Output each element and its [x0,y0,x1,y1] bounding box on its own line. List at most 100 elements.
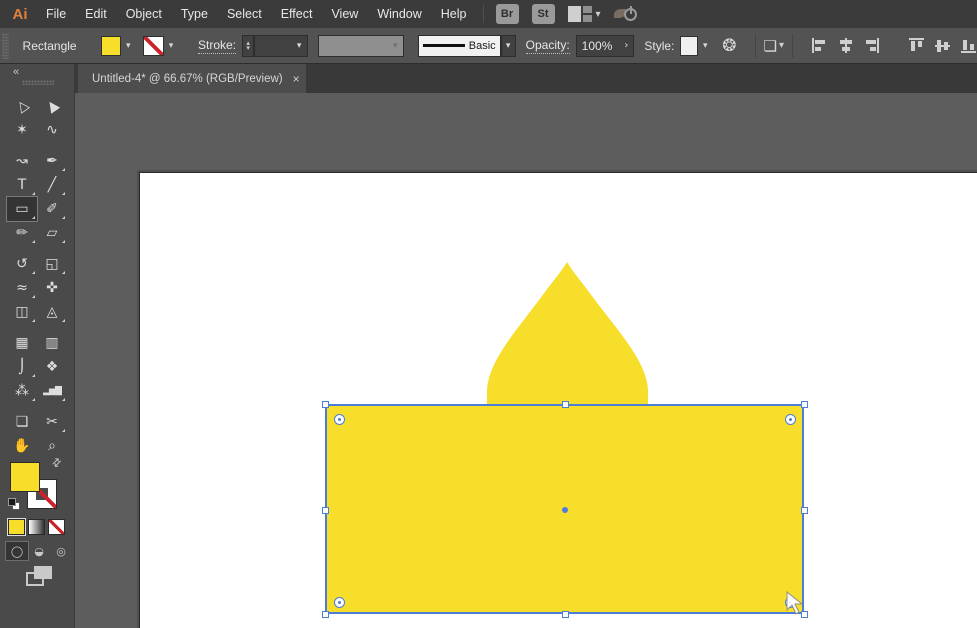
selection-handle[interactable] [562,611,569,618]
share-power-icon[interactable] [613,6,639,22]
bridge-button[interactable]: Br [495,4,519,24]
live-corner-widget[interactable] [334,414,345,425]
variable-width-profile-dropdown[interactable]: ▾ [317,34,404,57]
gradient-button[interactable] [28,519,45,535]
shaper-tool-icon[interactable]: ✏ [7,221,37,245]
live-corner-widget[interactable] [785,414,796,425]
control-bar: Rectangle ▾ ▾ Stroke: ▴ ▾ ▾ ▾ Basic ▾ Opa… [0,28,977,64]
control-bar-grip[interactable] [2,32,9,59]
draw-normal-mode-button[interactable]: ◯ [5,541,29,561]
stroke-weight-dropdown[interactable]: ▾ [254,34,308,57]
rotate-tool-icon[interactable]: ↺ [7,252,37,276]
horizontal-align-center-icon[interactable] [837,37,854,54]
perspective-grid-tool-icon[interactable]: ◬ [37,300,67,324]
mesh-tool-icon[interactable]: ▦ [7,331,37,355]
scale-tool-icon[interactable]: ◱ [37,252,67,276]
slice-tool-icon[interactable]: ✂ [37,410,67,434]
column-graph-tool-icon[interactable]: ▂▅▇ [37,379,67,403]
menu-item-object[interactable]: Object [126,7,162,21]
selection-handle[interactable] [322,611,329,618]
control-bar-separator [754,33,756,58]
workspace-switcher-icon[interactable] [567,6,592,22]
opacity-input[interactable]: 100% › [575,34,635,57]
stroke-color-swatch[interactable] [143,35,164,56]
direct-selection-tool-icon[interactable]: ▲ [37,94,67,118]
opacity-arrow-icon[interactable]: › [624,40,628,51]
fill-color-swatch[interactable] [100,35,122,56]
curvature-tool-icon[interactable]: ↝ [7,149,37,173]
stroke-label[interactable]: Stroke: [198,38,237,54]
selection-handle[interactable] [322,507,329,514]
vertical-align-bottom-icon[interactable] [960,37,977,54]
stroke-weight-stepper[interactable]: ▴ ▾ [242,34,255,57]
none-button[interactable] [48,519,65,535]
stock-button[interactable]: St [531,4,555,24]
document-tab-title: Untitled-4* @ 66.67% (RGB/Preview) [92,72,283,85]
color-button[interactable] [7,518,26,536]
collapse-panel-icon[interactable]: « [13,66,19,78]
menu-item-help[interactable]: Help [441,7,467,21]
artboard-tool-icon[interactable]: ❏ [7,410,37,434]
menu-item-window[interactable]: Window [377,7,421,21]
default-fill-stroke-icon[interactable] [8,498,20,510]
zoom-tool-icon[interactable]: ⌕ [37,434,67,458]
line-segment-tool-icon[interactable]: ╱ [37,173,67,197]
selection-handle[interactable] [801,507,808,514]
panel-grip[interactable] [22,80,54,85]
stroke-color-chevron-icon[interactable]: ▾ [164,36,178,56]
menu-item-type[interactable]: Type [181,7,208,21]
paintbrush-tool-icon[interactable]: ✐ [37,197,67,221]
style-swatch[interactable] [680,35,699,56]
tools-grid: △ ▲ ✶ ∿ ↝ ✒ T ╱ ▭ ✐ ✏ ▱ ↺ ◱ ≈ ✜ ◫ ◬ ▦ ▥ ⌡ ❖ ⁂ ▂▅▇ ❏ ✂ ✋ ⌕ [6,94,69,458]
pen-tool-icon[interactable]: ✒ [37,149,67,173]
magic-wand-tool-icon[interactable]: ✶ [7,118,37,142]
menu-separator [482,5,484,23]
fill-color-chevron-icon[interactable]: ▾ [121,36,135,56]
tab-close-icon[interactable]: × [293,72,300,86]
selection-handle[interactable] [562,401,569,408]
vertical-align-center-icon[interactable] [934,37,951,54]
brush-definition-dropdown[interactable]: Basic [417,34,501,57]
selection-handle[interactable] [322,401,329,408]
menu-item-select[interactable]: Select [227,7,262,21]
teardrop-shape[interactable] [460,250,670,410]
stroke-weight-chevron-icon: ▾ [296,40,302,51]
horizontal-align-left-icon[interactable] [811,37,828,54]
eraser-tool-icon[interactable]: ▱ [37,221,67,245]
fill-indicator[interactable] [10,462,40,492]
selection-tool-icon[interactable]: △ [7,94,37,118]
menu-item-edit[interactable]: Edit [85,7,107,21]
gradient-tool-icon[interactable]: ▥ [37,331,67,355]
horizontal-align-right-icon[interactable] [863,37,880,54]
blend-tool-icon[interactable]: ❖ [37,355,67,379]
selection-type-label: Rectangle [22,38,77,53]
vertical-align-top-icon[interactable] [908,37,925,54]
brush-chevron-button[interactable]: ▾ [500,34,516,57]
rectangle-tool-icon[interactable]: ▭ [6,196,38,222]
opacity-label[interactable]: Opacity: [525,38,570,54]
document-tab[interactable]: Untitled-4* @ 66.67% (RGB/Preview) × [78,64,306,93]
draw-inside-mode-button[interactable]: ◎ [50,542,72,560]
style-chevron-icon[interactable]: ▾ [698,36,712,56]
screen-mode-icon[interactable] [26,566,54,588]
width-tool-icon[interactable]: ≈ [7,276,37,300]
selection-handle[interactable] [801,401,808,408]
menu-item-effect[interactable]: Effect [281,7,313,21]
hand-tool-icon[interactable]: ✋ [7,434,37,458]
selection-center-point[interactable] [562,507,568,513]
menu-item-view[interactable]: View [331,7,358,21]
transform-options-icon[interactable]: ❏ ▾ [764,37,784,55]
type-tool-icon[interactable]: T [7,173,37,197]
live-corner-widget[interactable] [334,597,345,608]
lasso-tool-icon[interactable]: ∿ [37,118,67,142]
workspace-chevron-icon[interactable]: ▾ [596,9,601,20]
control-bar-separator [792,33,794,58]
draw-behind-mode-button[interactable]: ◒ [28,542,50,560]
menu-item-file[interactable]: File [46,7,66,21]
canvas-area[interactable] [75,93,977,628]
recolor-artwork-icon[interactable]: ❂ [722,36,736,56]
puppet-warp-tool-icon[interactable]: ✜ [37,276,67,300]
shape-builder-tool-icon[interactable]: ◫ [7,300,37,324]
symbol-sprayer-tool-icon[interactable]: ⁂ [7,379,37,403]
eyedropper-tool-icon[interactable]: ⌡ [7,355,37,379]
